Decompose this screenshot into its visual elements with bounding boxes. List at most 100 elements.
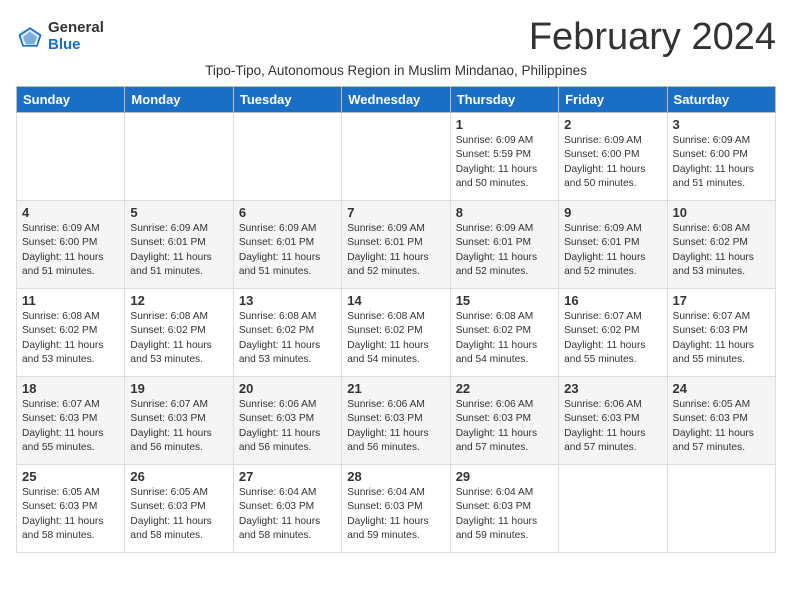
cell-info: Sunrise: 6:08 AM Sunset: 6:02 PM Dayligh…: [347, 310, 444, 367]
day-number: 12: [130, 293, 227, 308]
day-number: 4: [22, 205, 119, 220]
calendar-cell: 26 Sunrise: 6:05 AM Sunset: 6:03 PM Dayli…: [125, 465, 233, 553]
cell-info: Sunrise: 6:07 AM Sunset: 6:02 PM Dayligh…: [564, 310, 661, 367]
calendar-cell: 23Sunrise: 6:06 AM Sunset: 6:03 PM Dayli…: [559, 377, 667, 465]
day-number: 1: [456, 117, 553, 132]
calendar-header: SundayMondayTuesdayWednesdayThursdayFrid…: [17, 87, 776, 113]
col-header-sunday: Sunday: [17, 87, 125, 113]
week-row-2: 4 Sunrise: 6:09 AM Sunset: 6:00 PM Daylig…: [17, 201, 776, 289]
day-number: 20: [239, 381, 336, 396]
day-number: 18: [22, 381, 119, 396]
day-number: 11: [22, 293, 119, 308]
day-number: 8: [456, 205, 553, 220]
calendar-cell: 13 Sunrise: 6:08 AM Sunset: 6:02 PM Dayli…: [233, 289, 341, 377]
subtitle: Tipo-Tipo, Autonomous Region in Muslim M…: [16, 63, 776, 78]
day-number: 13: [239, 293, 336, 308]
day-number: 7: [347, 205, 444, 220]
cell-info: Sunrise: 6:04 AM Sunset: 6:03 PM Dayligh…: [239, 486, 336, 543]
day-number: 3: [673, 117, 770, 132]
day-number: 17: [673, 293, 770, 308]
cell-info: Sunrise: 6:07 AM Sunset: 6:03 PM Dayligh…: [673, 310, 770, 367]
calendar-cell: 1 Sunrise: 6:09 AM Sunset: 5:59 PM Daylig…: [450, 113, 558, 201]
calendar-cell: 5Sunrise: 6:09 AM Sunset: 6:01 PM Daylig…: [125, 201, 233, 289]
cell-info: Sunrise: 6:08 AM Sunset: 6:02 PM Dayligh…: [239, 310, 336, 367]
cell-info: Sunrise: 6:05 AM Sunset: 6:03 PM Dayligh…: [22, 486, 119, 543]
calendar-cell: [342, 113, 450, 201]
calendar-cell: 14 Sunrise: 6:08 AM Sunset: 6:02 PM Dayli…: [342, 289, 450, 377]
calendar-table: SundayMondayTuesdayWednesdayThursdayFrid…: [16, 86, 776, 553]
col-header-saturday: Saturday: [667, 87, 775, 113]
calendar-cell: [17, 113, 125, 201]
page-header: General Blue February 2024: [16, 16, 776, 59]
logo-icon: [16, 23, 44, 51]
day-number: 5: [130, 205, 227, 220]
day-number: 2: [564, 117, 661, 132]
cell-info: Sunrise: 6:09 AM Sunset: 6:01 PM Dayligh…: [456, 222, 553, 279]
calendar-cell: 4 Sunrise: 6:09 AM Sunset: 6:00 PM Daylig…: [17, 201, 125, 289]
cell-info: Sunrise: 6:04 AM Sunset: 6:03 PM Dayligh…: [347, 486, 444, 543]
calendar-cell: 27 Sunrise: 6:04 AM Sunset: 6:03 PM Dayli…: [233, 465, 341, 553]
title-block: February 2024: [529, 16, 776, 59]
calendar-cell: 28 Sunrise: 6:04 AM Sunset: 6:03 PM Dayli…: [342, 465, 450, 553]
day-number: 27: [239, 469, 336, 484]
cell-info: Sunrise: 6:06 AM Sunset: 6:03 PM Dayligh…: [564, 398, 661, 455]
calendar-cell: 15Sunrise: 6:08 AM Sunset: 6:02 PM Dayli…: [450, 289, 558, 377]
col-header-wednesday: Wednesday: [342, 87, 450, 113]
calendar-cell: 12 Sunrise: 6:08 AM Sunset: 6:02 PM Dayli…: [125, 289, 233, 377]
week-row-3: 11 Sunrise: 6:08 AM Sunset: 6:02 PM Dayli…: [17, 289, 776, 377]
day-number: 19: [130, 381, 227, 396]
col-header-thursday: Thursday: [450, 87, 558, 113]
calendar-cell: 19 Sunrise: 6:07 AM Sunset: 6:03 PM Dayli…: [125, 377, 233, 465]
week-row-5: 25 Sunrise: 6:05 AM Sunset: 6:03 PM Dayli…: [17, 465, 776, 553]
day-number: 10: [673, 205, 770, 220]
cell-info: Sunrise: 6:09 AM Sunset: 6:01 PM Dayligh…: [239, 222, 336, 279]
calendar-body: 1 Sunrise: 6:09 AM Sunset: 5:59 PM Daylig…: [17, 113, 776, 553]
calendar-cell: 7 Sunrise: 6:09 AM Sunset: 6:01 PM Daylig…: [342, 201, 450, 289]
month-year-title: February 2024: [529, 16, 776, 59]
calendar-cell: 6Sunrise: 6:09 AM Sunset: 6:01 PM Daylig…: [233, 201, 341, 289]
header-row: SundayMondayTuesdayWednesdayThursdayFrid…: [17, 87, 776, 113]
day-number: 14: [347, 293, 444, 308]
day-number: 16: [564, 293, 661, 308]
cell-info: Sunrise: 6:04 AM Sunset: 6:03 PM Dayligh…: [456, 486, 553, 543]
calendar-cell: 29Sunrise: 6:04 AM Sunset: 6:03 PM Dayli…: [450, 465, 558, 553]
cell-info: Sunrise: 6:06 AM Sunset: 6:03 PM Dayligh…: [347, 398, 444, 455]
day-number: 9: [564, 205, 661, 220]
calendar-cell: 11 Sunrise: 6:08 AM Sunset: 6:02 PM Dayli…: [17, 289, 125, 377]
day-number: 15: [456, 293, 553, 308]
cell-info: Sunrise: 6:09 AM Sunset: 6:01 PM Dayligh…: [564, 222, 661, 279]
col-header-friday: Friday: [559, 87, 667, 113]
day-number: 25: [22, 469, 119, 484]
cell-info: Sunrise: 6:08 AM Sunset: 6:02 PM Dayligh…: [130, 310, 227, 367]
day-number: 22: [456, 381, 553, 396]
calendar-cell: 25 Sunrise: 6:05 AM Sunset: 6:03 PM Dayli…: [17, 465, 125, 553]
calendar-cell: [125, 113, 233, 201]
cell-info: Sunrise: 6:09 AM Sunset: 5:59 PM Dayligh…: [456, 134, 553, 191]
calendar-cell: 3 Sunrise: 6:09 AM Sunset: 6:00 PM Daylig…: [667, 113, 775, 201]
cell-info: Sunrise: 6:05 AM Sunset: 6:03 PM Dayligh…: [130, 486, 227, 543]
calendar-cell: 16 Sunrise: 6:07 AM Sunset: 6:02 PM Dayli…: [559, 289, 667, 377]
calendar-cell: [667, 465, 775, 553]
cell-info: Sunrise: 6:09 AM Sunset: 6:00 PM Dayligh…: [22, 222, 119, 279]
calendar-cell: [233, 113, 341, 201]
calendar-cell: 20 Sunrise: 6:06 AM Sunset: 6:03 PM Dayli…: [233, 377, 341, 465]
calendar-cell: 9 Sunrise: 6:09 AM Sunset: 6:01 PM Daylig…: [559, 201, 667, 289]
logo-text: General Blue: [48, 20, 104, 53]
cell-info: Sunrise: 6:06 AM Sunset: 6:03 PM Dayligh…: [456, 398, 553, 455]
calendar-cell: 17 Sunrise: 6:07 AM Sunset: 6:03 PM Dayli…: [667, 289, 775, 377]
day-number: 26: [130, 469, 227, 484]
col-header-monday: Monday: [125, 87, 233, 113]
cell-info: Sunrise: 6:09 AM Sunset: 6:01 PM Dayligh…: [347, 222, 444, 279]
calendar-cell: 18 Sunrise: 6:07 AM Sunset: 6:03 PM Dayli…: [17, 377, 125, 465]
day-number: 28: [347, 469, 444, 484]
week-row-1: 1 Sunrise: 6:09 AM Sunset: 5:59 PM Daylig…: [17, 113, 776, 201]
calendar-cell: 21Sunrise: 6:06 AM Sunset: 6:03 PM Dayli…: [342, 377, 450, 465]
cell-info: Sunrise: 6:08 AM Sunset: 6:02 PM Dayligh…: [22, 310, 119, 367]
cell-info: Sunrise: 6:06 AM Sunset: 6:03 PM Dayligh…: [239, 398, 336, 455]
calendar-cell: 22 Sunrise: 6:06 AM Sunset: 6:03 PM Dayli…: [450, 377, 558, 465]
cell-info: Sunrise: 6:07 AM Sunset: 6:03 PM Dayligh…: [130, 398, 227, 455]
calendar-cell: 24Sunrise: 6:05 AM Sunset: 6:03 PM Dayli…: [667, 377, 775, 465]
calendar-cell: 10Sunrise: 6:08 AM Sunset: 6:02 PM Dayli…: [667, 201, 775, 289]
cell-info: Sunrise: 6:09 AM Sunset: 6:00 PM Dayligh…: [673, 134, 770, 191]
cell-info: Sunrise: 6:07 AM Sunset: 6:03 PM Dayligh…: [22, 398, 119, 455]
